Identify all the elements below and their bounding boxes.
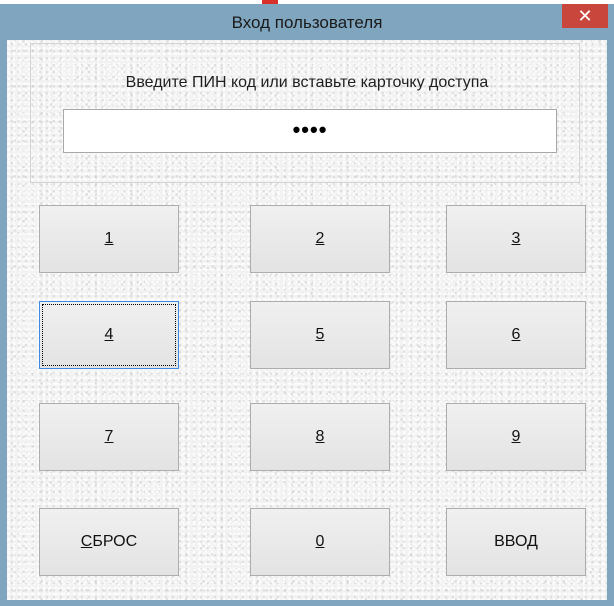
key-3-button[interactable]: 3 bbox=[446, 205, 586, 273]
key-label: 6 bbox=[511, 326, 521, 343]
pin-prompt: Введите ПИН код или вставьте карточку до… bbox=[125, 74, 489, 91]
key-label: 4 bbox=[104, 326, 114, 343]
key-2-button[interactable]: 2 bbox=[250, 205, 390, 273]
key-label: 0 bbox=[315, 533, 325, 550]
window-title: Вход пользователя bbox=[231, 13, 383, 32]
key-label: 8 bbox=[315, 428, 325, 445]
close-icon[interactable]: ✕ bbox=[562, 4, 608, 28]
key-label: 7 bbox=[104, 428, 114, 445]
key-7-button[interactable]: 7 bbox=[39, 403, 179, 471]
reset-button[interactable]: СБРОС bbox=[39, 508, 179, 576]
key-label: 5 bbox=[315, 326, 325, 343]
pin-input[interactable]: •••• bbox=[63, 109, 557, 153]
key-0-button[interactable]: 0 bbox=[250, 508, 390, 576]
key-6-button[interactable]: 6 bbox=[446, 301, 586, 369]
enter-button[interactable]: ВВОД bbox=[446, 508, 586, 576]
key-label: 1 bbox=[104, 230, 114, 247]
key-label: С bbox=[80, 533, 93, 550]
key-1-button[interactable]: 1 bbox=[39, 205, 179, 273]
key-label: 9 bbox=[511, 428, 521, 445]
key-9-button[interactable]: 9 bbox=[446, 403, 586, 471]
key-4-button[interactable]: 4 bbox=[39, 301, 179, 369]
key-label: 2 bbox=[315, 230, 325, 247]
key-label: 3 bbox=[511, 230, 521, 247]
title-bar[interactable]: Вход пользователя ✕ bbox=[0, 4, 614, 40]
key-8-button[interactable]: 8 bbox=[250, 403, 390, 471]
key-5-button[interactable]: 5 bbox=[250, 301, 390, 369]
